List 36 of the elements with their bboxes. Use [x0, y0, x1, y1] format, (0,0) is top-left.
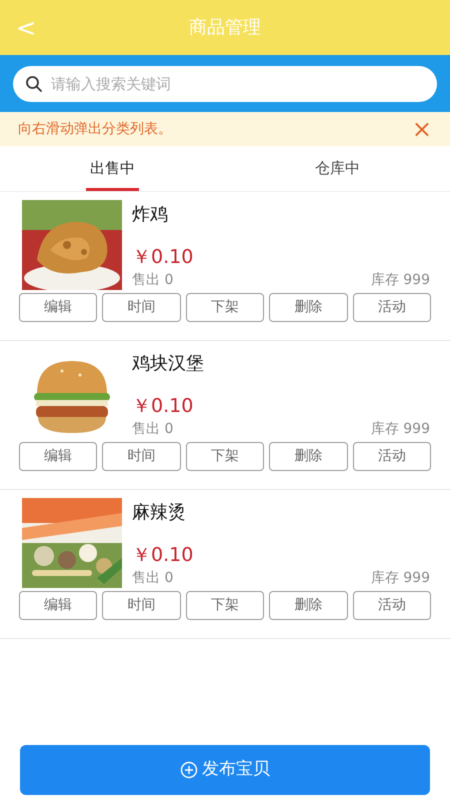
- product-price: ￥0.10: [132, 395, 194, 419]
- search-field[interactable]: 请输入搜索关键词: [13, 66, 437, 102]
- action-button[interactable]: 时间: [102, 442, 181, 471]
- action-button[interactable]: 删除: [269, 591, 348, 620]
- product-name: 鸡块汉堡: [132, 352, 205, 376]
- action-button[interactable]: 编辑: [19, 293, 98, 322]
- action-button[interactable]: 下架: [186, 591, 264, 620]
- sold-count: 售出 0: [132, 568, 174, 588]
- plus-icon: [180, 761, 198, 779]
- sold-count: 售出 0: [132, 420, 174, 439]
- product-price: ￥0.10: [132, 246, 194, 270]
- action-button[interactable]: 编辑: [19, 591, 98, 620]
- notice-text: 向右滑动弹出分类列表。: [18, 120, 172, 138]
- action-button[interactable]: 时间: [102, 293, 181, 322]
- page-title: 商品管理: [189, 16, 261, 40]
- close-button[interactable]: ×: [412, 117, 432, 141]
- action-button[interactable]: 活动: [352, 591, 432, 620]
- sold-count: 售出 0: [132, 270, 174, 290]
- product-name: 麻辣烫: [132, 501, 187, 525]
- action-button[interactable]: 时间: [102, 591, 181, 620]
- publish-button[interactable]: 发布宝贝: [20, 745, 430, 795]
- stock-count: 库存 999: [370, 420, 430, 439]
- search-icon: [25, 74, 43, 92]
- action-button[interactable]: 活动: [352, 293, 432, 322]
- action-button[interactable]: 下架: [186, 442, 264, 471]
- tab[interactable]: 仓库中: [311, 146, 364, 191]
- action-button[interactable]: 删除: [269, 293, 348, 322]
- product-price: ￥0.10: [132, 544, 194, 568]
- stock-count: 库存 999: [370, 270, 430, 290]
- action-button[interactable]: 活动: [352, 442, 432, 471]
- product-name: 炸鸡: [132, 203, 169, 227]
- action-button[interactable]: 编辑: [19, 442, 98, 471]
- tab[interactable]: 出售中: [86, 146, 139, 191]
- stock-count: 库存 999: [370, 568, 430, 588]
- action-button[interactable]: 删除: [269, 442, 348, 471]
- action-button[interactable]: 下架: [186, 293, 264, 322]
